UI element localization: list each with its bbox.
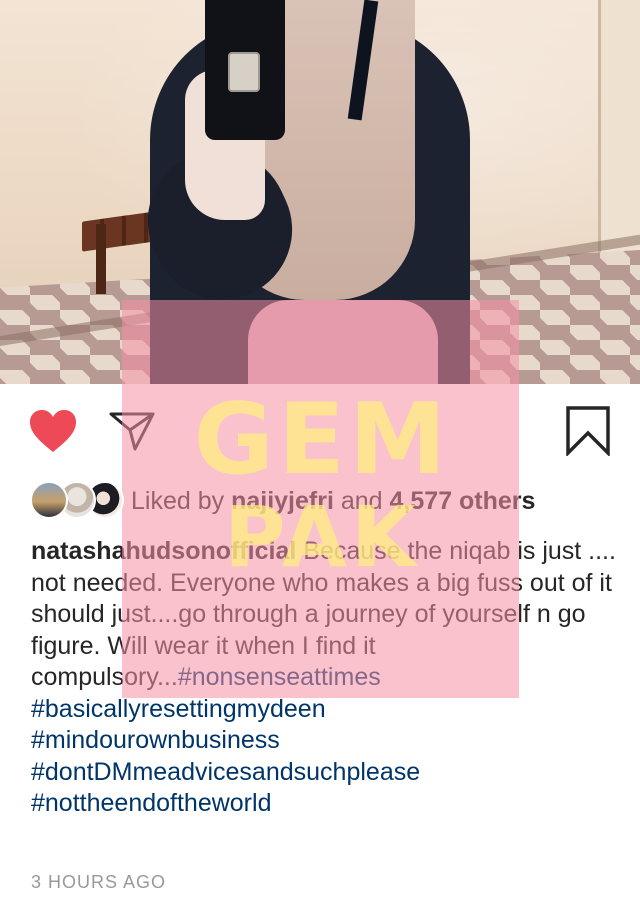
avatar xyxy=(30,481,68,519)
likes-summary: Liked by najiyjefri and 4,577 others xyxy=(131,486,535,516)
hashtag-link[interactable]: #nottheendoftheworld xyxy=(31,788,621,820)
post-photo[interactable] xyxy=(0,0,640,384)
caption-username-link[interactable]: natashahudsonofficial xyxy=(31,537,296,565)
hashtag-link[interactable]: #dontDMmeadvicesandsuchplease xyxy=(31,757,621,789)
hashtag-link[interactable]: #mindourownbusiness xyxy=(31,725,621,757)
post-timestamp: 3 HOURS AGO xyxy=(31,872,167,892)
likes-joiner: and xyxy=(340,487,383,515)
likes-count-link[interactable]: 4,577 others xyxy=(390,487,536,515)
photo-lap xyxy=(248,300,438,384)
bench-leg xyxy=(96,224,106,294)
post-caption: natashahudsonofficial Because the niqab … xyxy=(31,536,621,820)
hashtag-link[interactable]: #nonsenseattimes xyxy=(178,663,381,691)
hashtag-link[interactable]: #basicallyresettingmydeen xyxy=(31,694,621,726)
heart-icon[interactable] xyxy=(28,408,78,454)
bookmark-icon[interactable] xyxy=(565,406,611,456)
liker-username-link[interactable]: najiyjefri xyxy=(231,487,334,515)
photo-phone-ring xyxy=(228,52,260,92)
likes-prefix: Liked by xyxy=(131,487,225,515)
liker-avatars[interactable] xyxy=(30,481,124,521)
watermark-line1: GEM xyxy=(193,383,451,497)
send-icon[interactable] xyxy=(108,410,156,452)
